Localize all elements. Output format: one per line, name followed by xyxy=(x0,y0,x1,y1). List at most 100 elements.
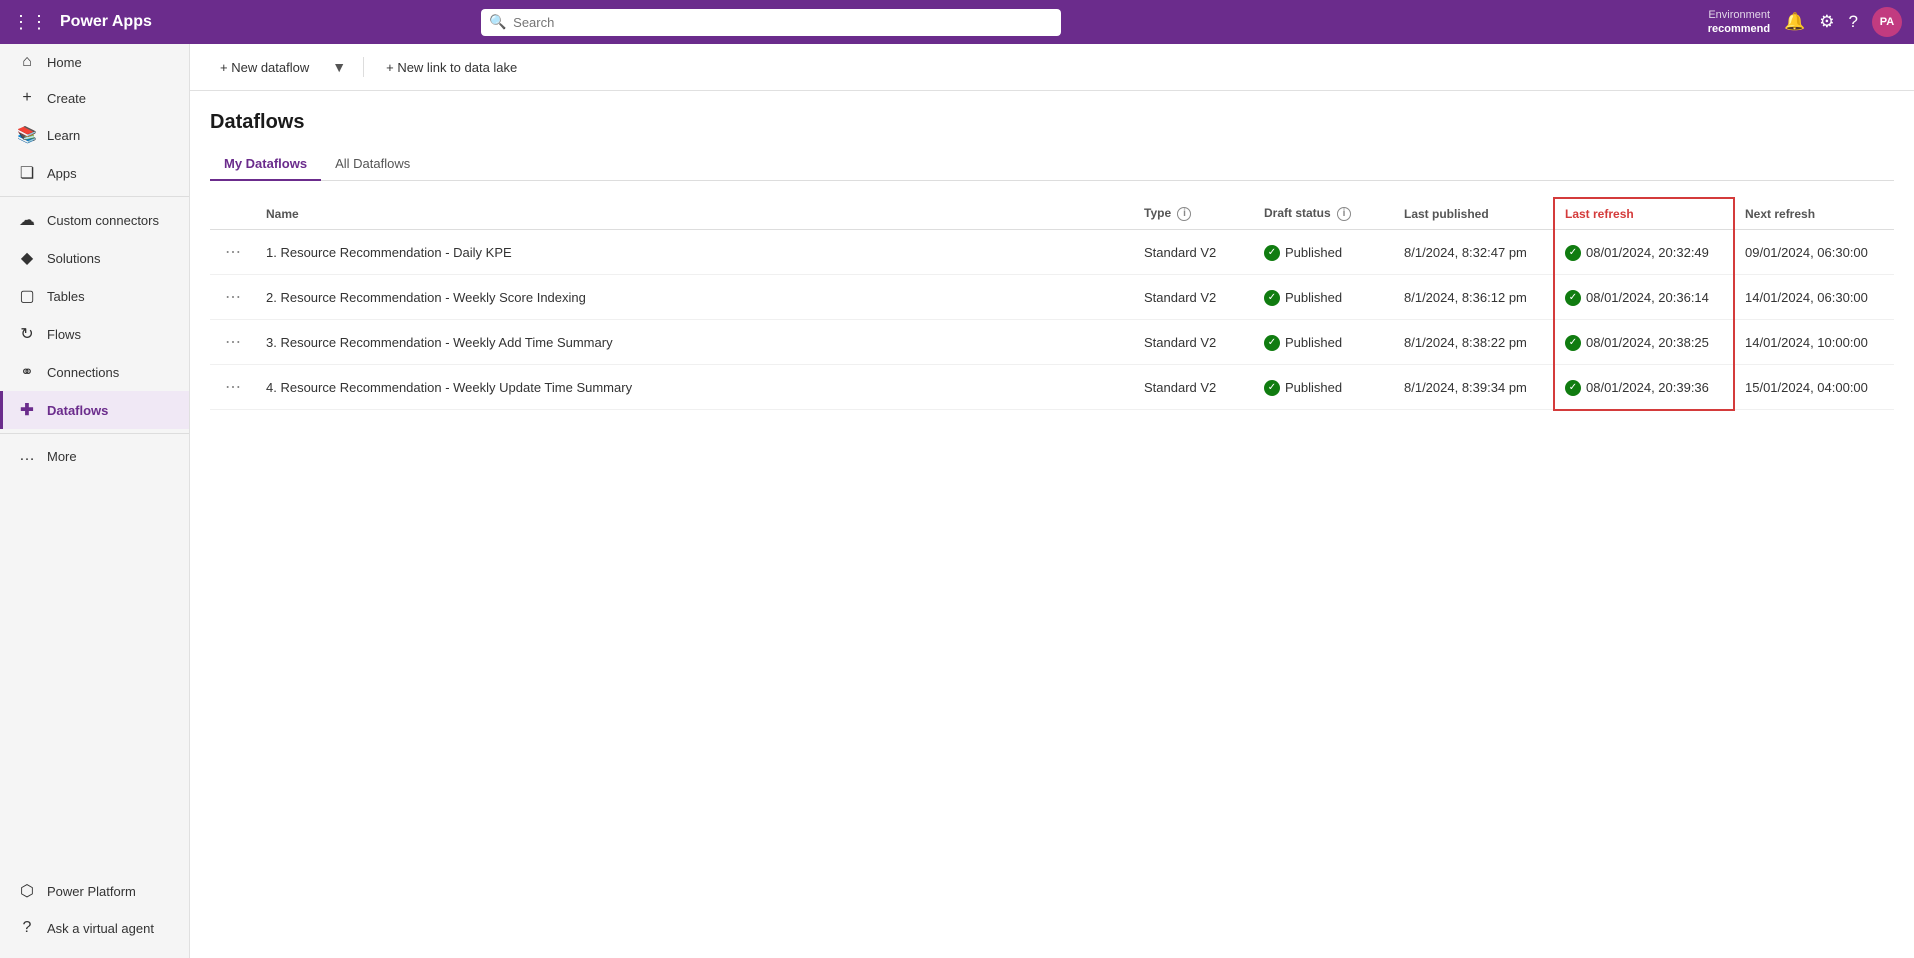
sidebar-divider-2 xyxy=(0,433,189,434)
environment-info: Environment recommend xyxy=(1708,8,1770,37)
new-dataflow-button[interactable]: + New dataflow xyxy=(210,55,319,80)
notification-bell-button[interactable]: 🔔 xyxy=(1784,12,1805,32)
main-content: + New dataflow ▼ + New link to data lake… xyxy=(190,44,1914,958)
sidebar-item-custom-connectors[interactable]: ☁ Custom connectors xyxy=(0,201,189,239)
last-published-value: 8/1/2024, 8:36:12 pm xyxy=(1404,290,1527,305)
table-row: ⋯ 3. Resource Recommendation - Weekly Ad… xyxy=(210,320,1894,365)
next-refresh-value: 14/01/2024, 10:00:00 xyxy=(1745,335,1868,350)
learn-icon: 📚 xyxy=(17,125,37,145)
env-name: recommend xyxy=(1708,22,1770,36)
row-draft-cell: ✓ Published xyxy=(1254,275,1394,320)
sidebar-item-flows[interactable]: ↻ Flows xyxy=(0,315,189,353)
sidebar-item-apps[interactable]: ❏ Apps xyxy=(0,154,189,192)
sidebar-item-dataflows[interactable]: ✚ Dataflows xyxy=(0,391,189,429)
row-type: Standard V2 xyxy=(1144,380,1216,395)
status-check-icon: ✓ xyxy=(1264,335,1280,351)
new-link-button[interactable]: + New link to data lake xyxy=(376,55,527,80)
sidebar-label-apps: Apps xyxy=(47,166,77,181)
row-name: 3. Resource Recommendation - Weekly Add … xyxy=(266,335,613,350)
dataflows-table-wrapper: Name Type i Draft status i Last publishe… xyxy=(210,197,1894,411)
tab-my-dataflows[interactable]: My Dataflows xyxy=(210,148,321,181)
sidebar-label-solutions: Solutions xyxy=(47,251,100,266)
last-refresh-badge: ✓ 08/01/2024, 20:38:25 xyxy=(1565,335,1709,351)
sidebar-label-flows: Flows xyxy=(47,327,81,342)
ask-agent-icon: ? xyxy=(17,919,37,937)
avatar[interactable]: PA xyxy=(1872,7,1902,37)
more-icon: … xyxy=(17,447,37,465)
help-button[interactable]: ? xyxy=(1849,12,1858,32)
row-menu-button[interactable]: ⋯ xyxy=(220,375,246,399)
sidebar-label-home: Home xyxy=(47,55,82,70)
draft-info-icon[interactable]: i xyxy=(1337,207,1351,221)
sidebar-label-learn: Learn xyxy=(47,128,80,143)
row-type: Standard V2 xyxy=(1144,245,1216,260)
sidebar-label-custom-connectors: Custom connectors xyxy=(47,213,159,228)
draft-status-badge: ✓ Published xyxy=(1264,335,1342,351)
sidebar-item-connections[interactable]: ⚭ Connections xyxy=(0,353,189,391)
last-refresh-value: 08/01/2024, 20:36:14 xyxy=(1586,290,1709,305)
body: ⌂ Home + Create 📚 Learn ❏ Apps ☁ Custom … xyxy=(0,44,1914,958)
table-body: ⋯ 1. Resource Recommendation - Daily KPE… xyxy=(210,230,1894,410)
dataflows-icon: ✚ xyxy=(17,400,37,420)
row-last-published-cell: 8/1/2024, 8:39:34 pm xyxy=(1394,365,1554,410)
search-input[interactable] xyxy=(481,9,1061,36)
row-name-cell: 2. Resource Recommendation - Weekly Scor… xyxy=(256,275,1134,320)
draft-status-text: Published xyxy=(1285,245,1342,260)
apps-icon: ❏ xyxy=(17,163,37,183)
table-row: ⋯ 2. Resource Recommendation - Weekly Sc… xyxy=(210,275,1894,320)
status-check-icon: ✓ xyxy=(1264,290,1280,306)
row-name: 2. Resource Recommendation - Weekly Scor… xyxy=(266,290,586,305)
refresh-check-icon: ✓ xyxy=(1565,245,1581,261)
sidebar-item-learn[interactable]: 📚 Learn xyxy=(0,116,189,154)
refresh-check-icon: ✓ xyxy=(1565,290,1581,306)
row-name-cell: 4. Resource Recommendation - Weekly Upda… xyxy=(256,365,1134,410)
last-published-value: 8/1/2024, 8:39:34 pm xyxy=(1404,380,1527,395)
connections-icon: ⚭ xyxy=(17,362,37,382)
flows-icon: ↻ xyxy=(17,324,37,344)
row-menu-button[interactable]: ⋯ xyxy=(220,240,246,264)
tab-all-dataflows[interactable]: All Dataflows xyxy=(321,148,424,181)
row-menu-button[interactable]: ⋯ xyxy=(220,285,246,309)
row-last-refresh-cell: ✓ 08/01/2024, 20:39:36 xyxy=(1554,365,1734,410)
new-dataflow-dropdown-button[interactable]: ▼ xyxy=(327,54,351,80)
sidebar-label-connections: Connections xyxy=(47,365,119,380)
dataflows-table: Name Type i Draft status i Last publishe… xyxy=(210,197,1894,411)
sidebar-divider-1 xyxy=(0,196,189,197)
col-header-draft-status: Draft status i xyxy=(1254,198,1394,230)
sidebar-item-ask-agent[interactable]: ? Ask a virtual agent xyxy=(0,910,189,946)
sidebar-item-solutions[interactable]: ◆ Solutions xyxy=(0,239,189,277)
sidebar-label-tables: Tables xyxy=(47,289,85,304)
row-next-refresh-cell: 15/01/2024, 04:00:00 xyxy=(1734,365,1894,410)
row-type: Standard V2 xyxy=(1144,290,1216,305)
col-header-name[interactable]: Name xyxy=(256,198,1134,230)
last-refresh-value: 08/01/2024, 20:39:36 xyxy=(1586,380,1709,395)
row-draft-cell: ✓ Published xyxy=(1254,365,1394,410)
last-refresh-value: 08/01/2024, 20:38:25 xyxy=(1586,335,1709,350)
sidebar-item-more[interactable]: … More xyxy=(0,438,189,474)
row-draft-cell: ✓ Published xyxy=(1254,320,1394,365)
draft-status-text: Published xyxy=(1285,335,1342,350)
col-header-menu xyxy=(210,198,256,230)
last-refresh-badge: ✓ 08/01/2024, 20:39:36 xyxy=(1565,380,1709,396)
type-info-icon[interactable]: i xyxy=(1177,207,1191,221)
sidebar-item-power-platform[interactable]: ⬡ Power Platform xyxy=(0,872,189,910)
row-menu-cell: ⋯ xyxy=(210,320,256,365)
sidebar-item-home[interactable]: ⌂ Home xyxy=(0,44,189,80)
col-header-last-refresh: Last refresh xyxy=(1554,198,1734,230)
sidebar-item-create[interactable]: + Create xyxy=(0,80,189,116)
next-refresh-value: 15/01/2024, 04:00:00 xyxy=(1745,380,1868,395)
search-container: 🔍 xyxy=(481,9,1061,36)
row-name-cell: 3. Resource Recommendation - Weekly Add … xyxy=(256,320,1134,365)
row-menu-button[interactable]: ⋯ xyxy=(220,330,246,354)
row-menu-cell: ⋯ xyxy=(210,365,256,410)
settings-button[interactable]: ⚙ xyxy=(1819,12,1834,32)
row-type-cell: Standard V2 xyxy=(1134,275,1254,320)
grid-icon[interactable]: ⋮⋮ xyxy=(12,12,48,33)
row-next-refresh-cell: 09/01/2024, 06:30:00 xyxy=(1734,230,1894,275)
row-last-refresh-cell: ✓ 08/01/2024, 20:38:25 xyxy=(1554,320,1734,365)
sidebar-item-tables[interactable]: ▢ Tables xyxy=(0,277,189,315)
row-last-published-cell: 8/1/2024, 8:36:12 pm xyxy=(1394,275,1554,320)
env-label: Environment xyxy=(1708,8,1770,22)
row-type-cell: Standard V2 xyxy=(1134,230,1254,275)
row-menu-cell: ⋯ xyxy=(210,230,256,275)
